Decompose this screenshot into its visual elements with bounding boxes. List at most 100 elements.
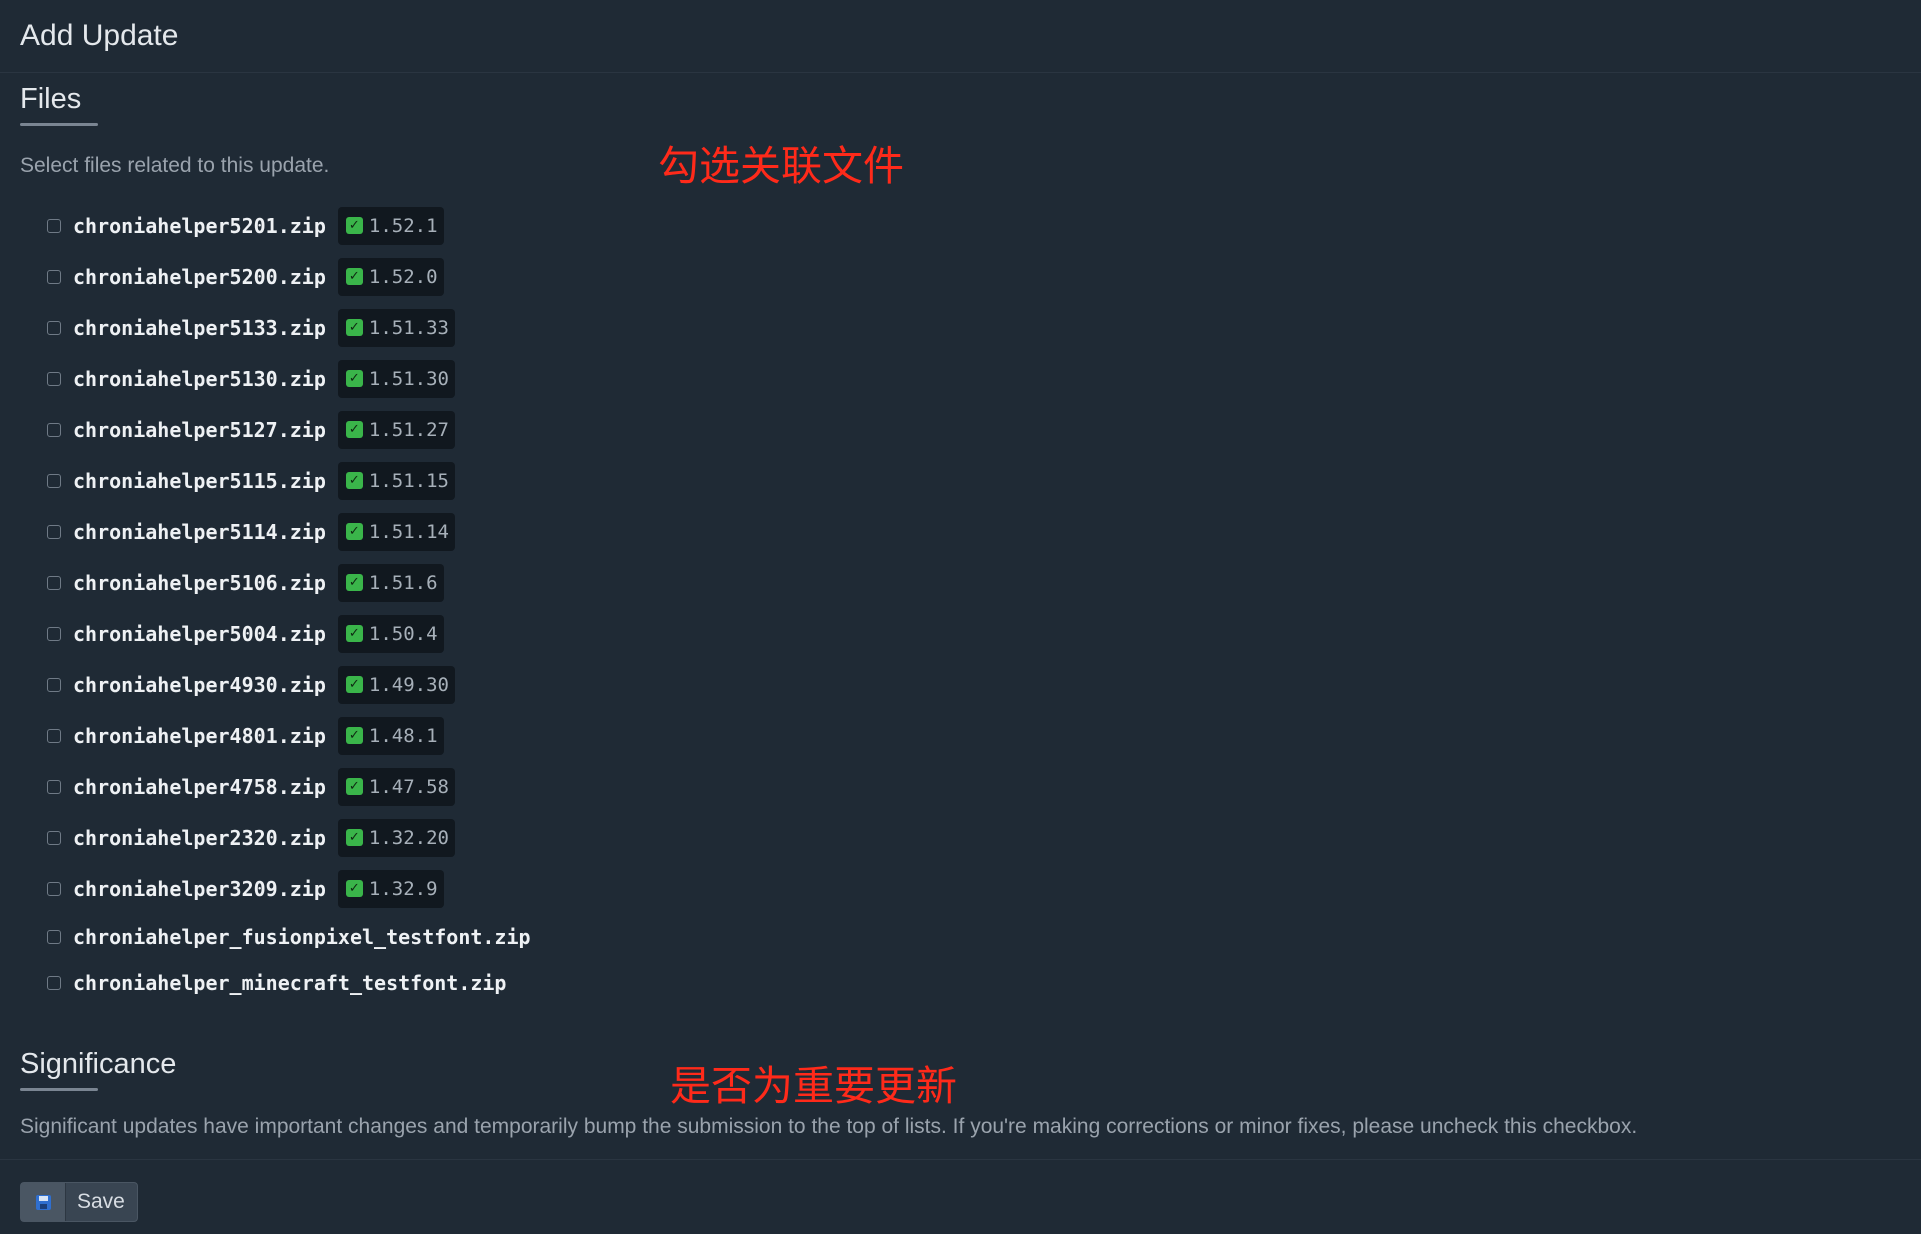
file-row[interactable]: chroniahelper4930.zip ✓ 1.49.30 (47, 659, 1921, 710)
file-row[interactable]: chroniahelper5114.zip ✓ 1.51.14 (47, 506, 1921, 557)
version-label: 1.52.1 (368, 214, 438, 237)
significance-description: Significant updates have important chang… (20, 1115, 1638, 1138)
verified-check-icon: ✓ (345, 676, 363, 693)
verified-check-icon: ✓ (345, 880, 363, 897)
version-badge: ✓ 1.32.20 (337, 818, 455, 857)
file-name: chroniahelper5200.zip (73, 264, 326, 289)
file-row[interactable]: chroniahelper4801.zip ✓ 1.48.1 (47, 710, 1921, 761)
file-checkbox[interactable] (47, 218, 61, 233)
verified-check-icon: ✓ (345, 778, 363, 795)
file-name: chroniahelper_fusionpixel_testfont.zip (73, 925, 531, 949)
file-checkbox[interactable] (47, 575, 61, 590)
significance-heading: Significance (20, 1048, 176, 1091)
verified-check-icon: ✓ (345, 523, 363, 540)
version-badge: ✓ 1.32.9 (337, 869, 444, 908)
file-name: chroniahelper5201.zip (73, 213, 326, 238)
save-label: Save (77, 1190, 125, 1213)
version-badge: ✓ 1.51.30 (337, 359, 455, 398)
file-checkbox[interactable] (47, 524, 61, 539)
file-checkbox[interactable] (47, 269, 61, 284)
file-checkbox[interactable] (47, 881, 61, 896)
file-row[interactable]: chroniahelper5201.zip ✓ 1.52.1 (47, 200, 1921, 251)
file-row[interactable]: chroniahelper5004.zip ✓ 1.50.4 (47, 608, 1921, 659)
version-badge: ✓ 1.49.30 (337, 665, 455, 704)
file-row[interactable]: chroniahelper5130.zip ✓ 1.51.30 (47, 353, 1921, 404)
version-label: 1.48.1 (368, 724, 438, 747)
files-description: Select files related to this update. (20, 154, 330, 177)
version-badge: ✓ 1.51.33 (337, 308, 455, 347)
verified-check-icon: ✓ (345, 217, 363, 234)
version-label: 1.51.6 (368, 571, 438, 594)
save-button[interactable]: Save (20, 1182, 138, 1222)
verified-check-icon: ✓ (345, 421, 363, 438)
version-badge: ✓ 1.48.1 (337, 716, 444, 755)
file-name: chroniahelper2320.zip (73, 825, 326, 850)
file-row[interactable]: chroniahelper4758.zip ✓ 1.47.58 (47, 761, 1921, 812)
version-label: 1.51.14 (368, 520, 449, 543)
file-name: chroniahelper5115.zip (73, 468, 326, 493)
version-label: 1.47.58 (368, 775, 449, 798)
file-row[interactable]: chroniahelper_fusionpixel_testfont.zip (47, 914, 1921, 960)
version-label: 1.50.4 (368, 622, 438, 645)
file-checkbox[interactable] (47, 976, 61, 990)
version-badge: ✓ 1.51.27 (337, 410, 455, 449)
divider (0, 1159, 1921, 1160)
file-row[interactable]: chroniahelper5106.zip ✓ 1.51.6 (47, 557, 1921, 608)
verified-check-icon: ✓ (345, 727, 363, 744)
version-badge: ✓ 1.52.0 (337, 257, 444, 296)
file-row[interactable]: chroniahelper3209.zip ✓ 1.32.9 (47, 863, 1921, 914)
file-name: chroniahelper4758.zip (73, 774, 326, 799)
file-row[interactable]: chroniahelper2320.zip ✓ 1.32.20 (47, 812, 1921, 863)
version-badge: ✓ 1.52.1 (337, 206, 444, 245)
version-label: 1.32.20 (368, 826, 449, 849)
version-label: 1.51.15 (368, 469, 449, 492)
significance-section: Significance Significant updates have im… (0, 1048, 1921, 1139)
file-name: chroniahelper5004.zip (73, 621, 326, 646)
version-label: 1.52.0 (368, 265, 438, 288)
file-row[interactable]: chroniahelper5115.zip ✓ 1.51.15 (47, 455, 1921, 506)
page-title: Add Update (20, 19, 179, 52)
file-checkbox[interactable] (47, 830, 61, 845)
file-checkbox[interactable] (47, 371, 61, 386)
file-row[interactable]: chroniahelper_minecraft_testfont.zip (47, 960, 1921, 1006)
file-name: chroniahelper5127.zip (73, 417, 326, 442)
file-name: chroniahelper3209.zip (73, 876, 326, 901)
version-badge: ✓ 1.50.4 (337, 614, 444, 653)
file-checkbox[interactable] (47, 473, 61, 488)
file-row[interactable]: chroniahelper5200.zip ✓ 1.52.0 (47, 251, 1921, 302)
verified-check-icon: ✓ (345, 472, 363, 489)
file-checkbox[interactable] (47, 422, 61, 437)
verified-check-icon: ✓ (345, 268, 363, 285)
file-name: chroniahelper5133.zip (73, 315, 326, 340)
file-checkbox[interactable] (47, 930, 61, 944)
version-badge: ✓ 1.51.6 (337, 563, 444, 602)
version-label: 1.51.33 (368, 316, 449, 339)
files-section: Files Select files related to this updat… (0, 73, 1921, 1006)
file-row[interactable]: chroniahelper5127.zip ✓ 1.51.27 (47, 404, 1921, 455)
verified-check-icon: ✓ (345, 829, 363, 846)
verified-check-icon: ✓ (345, 625, 363, 642)
verified-check-icon: ✓ (345, 370, 363, 387)
floppy-disk-icon (21, 1183, 66, 1221)
version-label: 1.51.27 (368, 418, 449, 441)
page-header: Add Update (0, 0, 1921, 73)
file-name: chroniahelper4930.zip (73, 672, 326, 697)
version-badge: ✓ 1.51.14 (337, 512, 455, 551)
version-label: 1.49.30 (368, 673, 449, 696)
verified-check-icon: ✓ (345, 574, 363, 591)
file-checkbox[interactable] (47, 626, 61, 641)
verified-check-icon: ✓ (345, 319, 363, 336)
file-checkbox[interactable] (47, 728, 61, 743)
file-checkbox[interactable] (47, 779, 61, 794)
significance-annotation: 是否为重要更新 (670, 1062, 957, 1110)
version-badge: ✓ 1.47.58 (337, 767, 455, 806)
file-name: chroniahelper_minecraft_testfont.zip (73, 971, 507, 995)
version-label: 1.51.30 (368, 367, 449, 390)
file-checkbox[interactable] (47, 677, 61, 692)
file-checkbox[interactable] (47, 320, 61, 335)
file-name: chroniahelper5114.zip (73, 519, 326, 544)
file-name: chroniahelper4801.zip (73, 723, 326, 748)
files-heading: Files (20, 83, 99, 126)
file-name: chroniahelper5106.zip (73, 570, 326, 595)
file-row[interactable]: chroniahelper5133.zip ✓ 1.51.33 (47, 302, 1921, 353)
